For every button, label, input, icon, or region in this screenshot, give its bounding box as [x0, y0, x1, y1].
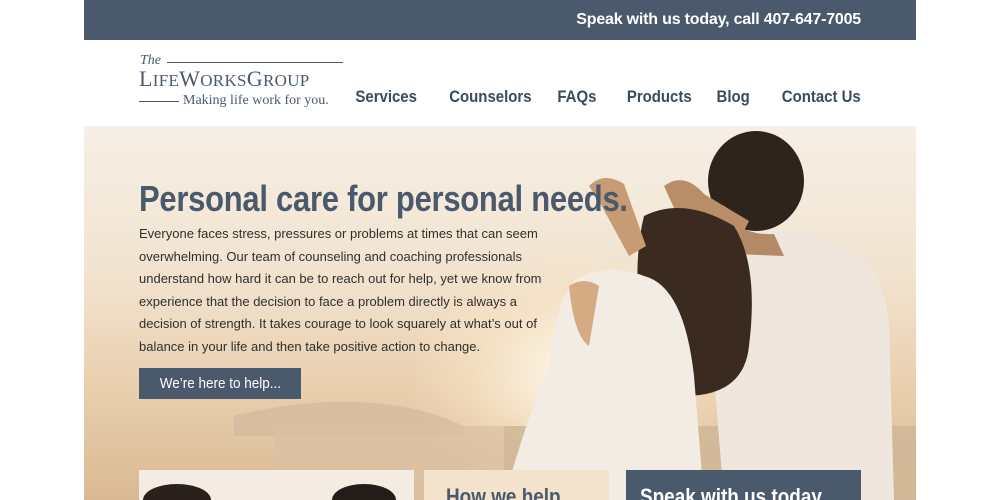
main-nav: Services Counselors FAQs Products Blog C…	[347, 87, 861, 107]
speak-with-us-title: Speak with us today	[640, 484, 822, 500]
logo-wordmark: LIFEWORKSGROUP	[139, 66, 310, 91]
hero-title: Personal care for personal needs.	[139, 178, 628, 220]
counselor-photo	[143, 484, 396, 500]
how-we-help-title: How we help	[446, 484, 561, 500]
nav-item-faqs[interactable]: FAQs	[558, 87, 597, 107]
nav-item-blog[interactable]: Blog	[717, 87, 750, 107]
here-to-help-button[interactable]: We’re here to help...	[139, 368, 301, 399]
nav-item-services[interactable]: Services	[355, 87, 417, 107]
speak-with-us-card[interactable]: Speak with us today	[626, 470, 861, 500]
phone-cta-text[interactable]: Speak with us today, call 407-647-7005	[576, 11, 861, 29]
logo-rule-top	[167, 62, 343, 63]
site-header: The LIFEWORKSGROUP Making life work for …	[84, 40, 916, 126]
counselors-photo-card	[139, 470, 414, 500]
nav-item-counselors[interactable]: Counselors	[449, 87, 531, 107]
logo-rule-bottom	[139, 101, 179, 102]
nav-item-products[interactable]: Products	[627, 87, 692, 107]
nav-item-contact-us[interactable]: Contact Us	[782, 87, 861, 107]
page: Speak with us today, call 407-647-7005 T…	[84, 0, 916, 500]
top-bar: Speak with us today, call 407-647-7005	[84, 0, 916, 40]
how-we-help-card[interactable]: How we help	[424, 470, 609, 500]
hero-section: Personal care for personal needs. Everyo…	[84, 126, 916, 500]
hero-body-text: Everyone faces stress, pressures or prob…	[139, 226, 542, 354]
lifeworks-group-logo[interactable]: The LIFEWORKSGROUP Making life work for …	[139, 53, 349, 113]
logo-tagline: Making life work for you.	[183, 93, 329, 108]
